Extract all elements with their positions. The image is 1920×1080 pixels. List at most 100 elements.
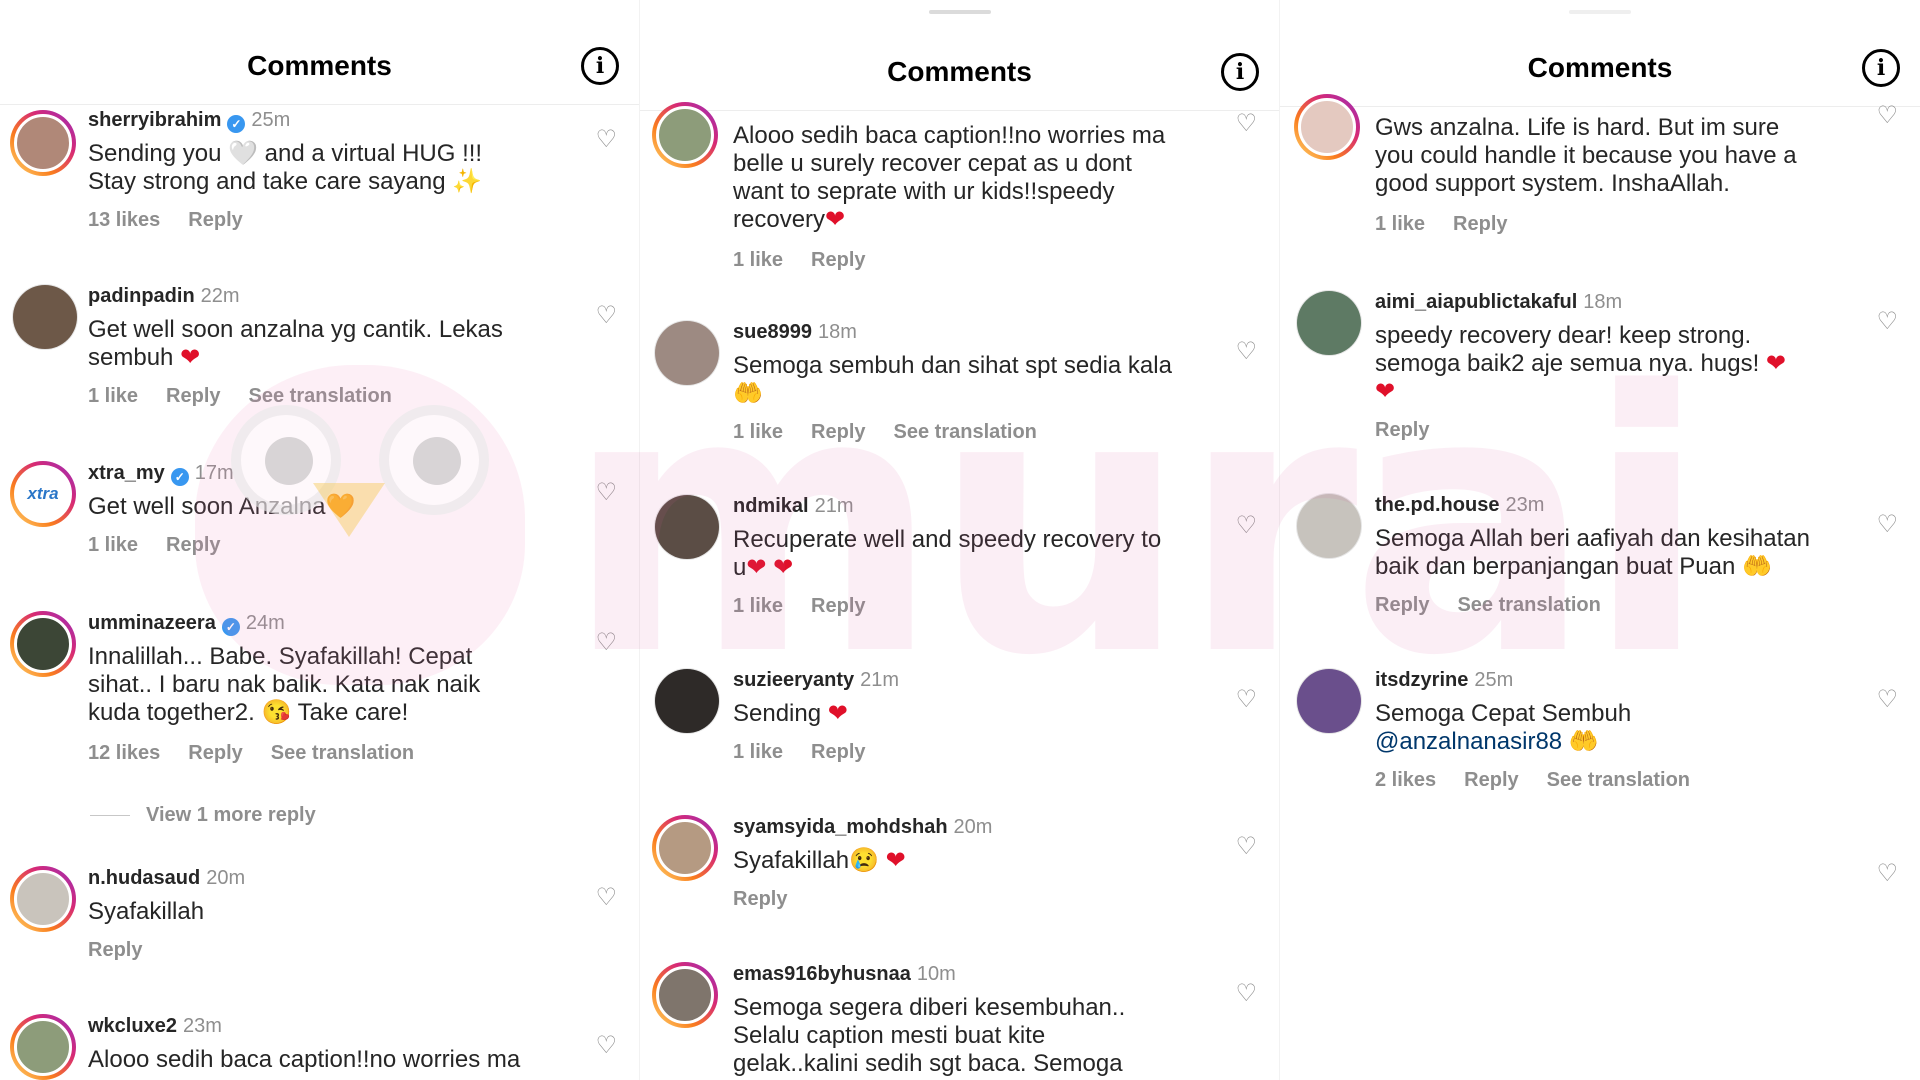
likes-count[interactable]: 1 like — [1375, 213, 1425, 235]
comment-actions: Reply — [1375, 418, 1457, 442]
reply-button[interactable]: Reply — [1464, 769, 1518, 791]
heart-outline-icon[interactable]: ♡ — [1235, 340, 1257, 364]
see-translation-button[interactable]: See translation — [894, 421, 1037, 443]
likes-count[interactable]: 1 like — [733, 421, 783, 443]
info-icon[interactable]: i — [581, 47, 619, 85]
avatar[interactable] — [654, 668, 720, 734]
heart-outline-icon[interactable]: ♡ — [1876, 310, 1898, 334]
comment-text: Alooo sedih baca caption!!no worries ma … — [733, 122, 1165, 234]
heart-outline-icon[interactable]: ♡ — [595, 1034, 617, 1058]
username[interactable]: suzieeryanty — [733, 669, 854, 691]
heart-outline-icon[interactable]: ♡ — [1235, 514, 1257, 538]
username[interactable]: sue8999 — [733, 321, 812, 343]
avatar[interactable] — [1294, 94, 1360, 160]
reply-button[interactable]: Reply — [166, 385, 220, 407]
heart-outline-icon[interactable]: ♡ — [595, 886, 617, 910]
heart-outline-icon[interactable]: ♡ — [1876, 104, 1898, 128]
drag-handle[interactable] — [1569, 10, 1631, 14]
avatar[interactable] — [1296, 493, 1362, 559]
username[interactable]: padinpadin — [88, 285, 195, 307]
comment-text-line: Gws anzalna. Life is hard. But im sure — [1375, 114, 1780, 141]
avatar[interactable] — [10, 611, 76, 677]
likes-count[interactable]: 1 like — [88, 534, 138, 556]
avatar[interactable] — [1296, 290, 1362, 356]
reply-button[interactable]: Reply — [811, 421, 865, 443]
reply-button[interactable]: Reply — [811, 595, 865, 617]
reply-button[interactable]: Reply — [733, 888, 787, 910]
kiss-emoji: 😘 — [261, 699, 292, 726]
avatar[interactable]: xtra — [10, 461, 76, 527]
heart-outline-icon[interactable]: ♡ — [595, 128, 617, 152]
heart-outline-icon[interactable]: ♡ — [1235, 688, 1257, 712]
avatar[interactable] — [652, 962, 718, 1028]
username[interactable]: ndmikal — [733, 495, 809, 517]
reply-button[interactable]: Reply — [188, 742, 242, 764]
username[interactable]: emas916byhusnaa — [733, 963, 911, 985]
avatar[interactable] — [652, 815, 718, 881]
avatar[interactable] — [652, 102, 718, 168]
heart-outline-icon[interactable]: ♡ — [595, 481, 617, 505]
heart-outline-icon[interactable]: ♡ — [1235, 982, 1257, 1006]
see-translation-button[interactable]: See translation — [1547, 769, 1690, 791]
reply-button[interactable]: Reply — [188, 209, 242, 231]
view-more-replies[interactable]: View 1 more reply — [90, 804, 316, 827]
reply-button[interactable]: Reply — [1375, 419, 1429, 441]
username[interactable]: umminazeera — [88, 612, 216, 634]
heart-outline-icon[interactable]: ♡ — [1235, 835, 1257, 859]
likes-count[interactable]: 1 like — [88, 385, 138, 407]
info-icon[interactable]: i — [1221, 53, 1259, 91]
heart-outline-icon[interactable]: ♡ — [595, 631, 617, 655]
heart-outline-icon[interactable]: ♡ — [1235, 112, 1257, 136]
reply-button[interactable]: Reply — [1375, 594, 1429, 616]
see-translation-button[interactable]: See translation — [1457, 594, 1600, 616]
heart-outline-icon[interactable]: ♡ — [595, 304, 617, 328]
username[interactable]: syamsyida_mohdshah — [733, 816, 948, 838]
username[interactable]: xtra_my — [88, 462, 165, 484]
username[interactable]: the.pd.house — [1375, 494, 1499, 516]
crying-face-emoji: 😢 — [849, 847, 879, 874]
username[interactable]: sherryibrahim — [88, 109, 221, 131]
avatar[interactable] — [1296, 668, 1362, 734]
likes-count[interactable]: 13 likes — [88, 209, 160, 231]
timestamp: 20m — [206, 867, 246, 889]
timestamp: 21m — [814, 495, 854, 517]
avatar[interactable] — [10, 866, 76, 932]
avatar[interactable] — [654, 494, 720, 560]
avatar[interactable] — [10, 110, 76, 176]
heart-outline-icon[interactable]: ♡ — [1876, 862, 1898, 886]
likes-count[interactable]: 1 like — [733, 595, 783, 617]
heart-outline-icon[interactable]: ♡ — [1876, 513, 1898, 537]
avatar[interactable] — [12, 284, 78, 350]
comment-meta: n.hudasaud 20m — [88, 866, 245, 890]
username[interactable]: n.hudasaud — [88, 867, 200, 889]
comment-meta: xtra_my ✓ 17m — [88, 461, 234, 486]
comment-actions: 12 likes Reply See translation — [88, 741, 442, 765]
comment-actions: 1 like Reply — [1375, 212, 1536, 236]
see-translation-button[interactable]: See translation — [249, 385, 392, 407]
comment-meta: wkcluxe2 23m — [88, 1014, 222, 1038]
likes-count[interactable]: 1 like — [733, 249, 783, 271]
comment-actions: Reply See translation — [1375, 593, 1629, 617]
comment-text: Gws anzalna. Life is hard. But im sure y… — [1375, 114, 1797, 198]
likes-count[interactable]: 12 likes — [88, 742, 160, 764]
username[interactable]: itsdzyrine — [1375, 669, 1468, 691]
avatar[interactable] — [654, 320, 720, 386]
drag-handle[interactable] — [928, 10, 991, 14]
likes-count[interactable]: 2 likes — [1375, 769, 1436, 791]
user-mention-link[interactable]: @anzalnanasir88 — [1375, 728, 1562, 755]
comment-text-line: Semoga segera diberi kesembuhan.. — [733, 994, 1126, 1021]
reply-button[interactable]: Reply — [88, 939, 142, 961]
reply-button[interactable]: Reply — [1453, 213, 1507, 235]
white-heart-emoji: 🤍 — [228, 140, 258, 167]
username[interactable]: wkcluxe2 — [88, 1015, 177, 1037]
info-icon[interactable]: i — [1862, 49, 1900, 87]
see-translation-button[interactable]: See translation — [271, 742, 414, 764]
comment-text: Recuperate well and speedy recovery to u… — [733, 526, 1161, 582]
avatar[interactable] — [10, 1014, 76, 1080]
reply-button[interactable]: Reply — [811, 249, 865, 271]
username[interactable]: aimi_aiapublictakaful — [1375, 291, 1577, 313]
reply-button[interactable]: Reply — [811, 741, 865, 763]
reply-button[interactable]: Reply — [166, 534, 220, 556]
likes-count[interactable]: 1 like — [733, 741, 783, 763]
heart-outline-icon[interactable]: ♡ — [1876, 688, 1898, 712]
